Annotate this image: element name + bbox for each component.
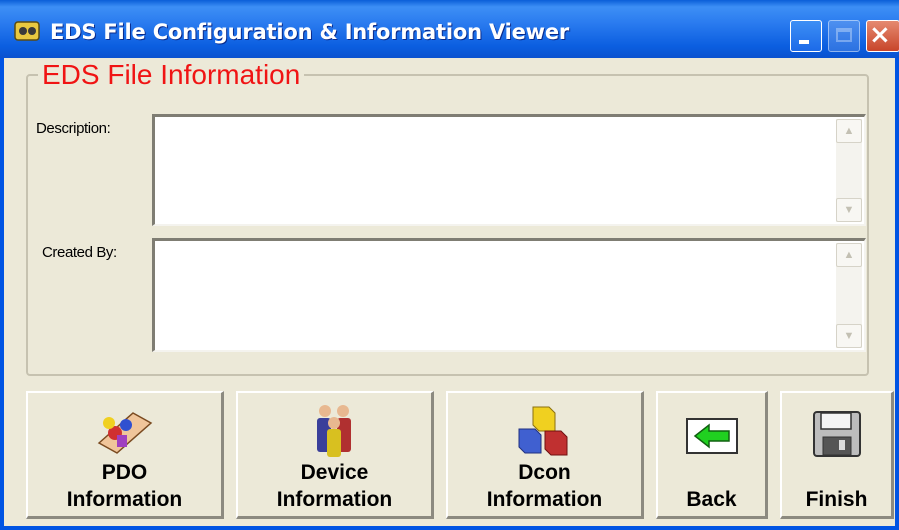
description-scrollbar[interactable]: ▲ ▼ xyxy=(836,119,862,222)
scroll-up-button[interactable]: ▲ xyxy=(836,119,862,143)
scroll-down-button[interactable]: ▼ xyxy=(836,324,862,348)
app-icon xyxy=(14,21,40,41)
pdo-label-line1: PDO xyxy=(101,461,148,484)
scroll-down-button[interactable]: ▼ xyxy=(836,198,862,222)
title-bar[interactable]: EDS File Configuration & Information Vie… xyxy=(0,0,899,58)
dcon-information-button[interactable]: Dcon Information xyxy=(446,391,644,519)
people-icon xyxy=(316,405,351,457)
description-field[interactable]: ▲ ▼ xyxy=(152,114,866,226)
maximize-button[interactable] xyxy=(828,20,860,52)
maximize-icon xyxy=(836,28,852,42)
minimize-button[interactable] xyxy=(790,20,822,52)
arrow-left-icon xyxy=(685,418,738,454)
finish-label: Finish xyxy=(805,488,868,511)
created-by-scrollbar[interactable]: ▲ ▼ xyxy=(836,243,862,348)
eds-file-info-legend: EDS File Information xyxy=(38,58,305,92)
pdo-icon xyxy=(97,412,152,454)
floppy-disk-icon xyxy=(812,411,861,457)
blocks-icon xyxy=(518,406,567,456)
scroll-up-button[interactable]: ▲ xyxy=(836,243,862,267)
close-icon: × xyxy=(869,20,891,50)
device-information-button[interactable]: Device Information xyxy=(236,391,434,519)
window-title: EDS File Configuration & Information Vie… xyxy=(50,20,570,44)
description-value xyxy=(159,119,832,222)
device-label-line1: Device xyxy=(300,461,369,484)
description-label: Description: xyxy=(36,120,111,137)
close-button[interactable]: × xyxy=(866,20,899,52)
finish-button[interactable]: Finish xyxy=(780,391,894,519)
back-label: Back xyxy=(686,488,737,511)
pdo-information-button[interactable]: PDO Information xyxy=(26,391,224,519)
dcon-label-line2: Information xyxy=(486,488,603,511)
minimize-icon xyxy=(799,40,809,44)
dcon-label-line1: Dcon xyxy=(518,461,571,484)
created-by-value xyxy=(159,243,832,348)
created-by-label: Created By: xyxy=(42,244,117,261)
back-button[interactable]: Back xyxy=(656,391,768,519)
pdo-label-line2: Information xyxy=(66,488,183,511)
created-by-field[interactable]: ▲ ▼ xyxy=(152,238,866,352)
device-label-line2: Information xyxy=(276,488,393,511)
